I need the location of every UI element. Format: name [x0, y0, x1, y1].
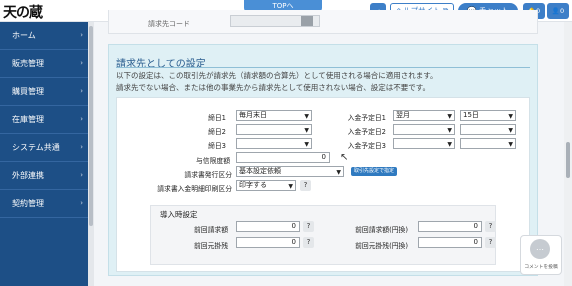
credit-limit-input[interactable]: 0: [236, 152, 330, 163]
chevron-right-icon: ›: [80, 199, 83, 207]
sidebar: ホーム › 販売管理 › 購買管理 › 在庫管理 › システム共通 › 外部連携 › 契約管…: [0, 22, 88, 286]
prev-invoice-amount-yen-input[interactable]: 0: [418, 221, 482, 232]
user-icon: 👤: [551, 7, 560, 15]
select-value: 翌月: [396, 111, 410, 119]
billing-code-input[interactable]: [230, 15, 320, 27]
prev-invoice-amount-label: 前回請求額: [194, 226, 228, 234]
closing-day-3-select[interactable]: ▼: [236, 138, 312, 149]
credit-limit-label: 与信限度額: [196, 157, 230, 165]
chevron-right-icon: ›: [80, 115, 83, 123]
deposit-print-label: 請求書入金明細印刷区分: [157, 185, 232, 193]
logo[interactable]: 天の蔵: [3, 2, 43, 22]
chevron-down-icon: ▼: [304, 127, 309, 134]
payment-day-2-month-select[interactable]: ▼: [393, 124, 455, 135]
section-description: 請求先でない場合、または他の事業先から請求先として使用されない場合、設定は不要で…: [116, 83, 431, 92]
deposit-print-select[interactable]: 印字する ▼: [236, 180, 296, 191]
main-scrollbar[interactable]: [564, 22, 572, 286]
chevron-down-icon: ▼: [304, 141, 309, 148]
sidebar-item-label: 外部連携: [12, 171, 44, 180]
help-question-icon[interactable]: ?: [303, 237, 314, 248]
sidebar-item-inventory[interactable]: 在庫管理 ›: [0, 106, 88, 134]
closing-day-1-label: 締日1: [208, 114, 226, 122]
sidebar-item-sales[interactable]: 販売管理 ›: [0, 50, 88, 78]
invoice-type-tag: 取引先設定で指定: [351, 167, 397, 176]
main-scroll-thumb[interactable]: [566, 142, 570, 178]
prev-balance-label: 前回元掛残: [194, 242, 228, 250]
chevron-right-icon: ›: [80, 59, 83, 67]
chevron-right-icon: ›: [80, 31, 83, 39]
select-value: 印字する: [239, 181, 267, 189]
chevron-down-icon: ▼: [304, 113, 309, 120]
help-question-icon[interactable]: ?: [300, 180, 311, 191]
closing-day-2-select[interactable]: ▼: [236, 124, 312, 135]
payment-day-1-label: 入金予定日1: [347, 114, 386, 122]
prev-balance-yen-input[interactable]: 0: [418, 237, 482, 248]
intro-settings-title: 導入時設定: [160, 210, 198, 219]
payment-day-2-label: 入金予定日2: [347, 128, 386, 136]
sidebar-item-label: 契約管理: [12, 199, 44, 208]
billing-code-label: 請求先コード: [148, 20, 190, 28]
user-button[interactable]: 👤0: [547, 3, 569, 19]
section-description: 以下の設定は、この取引先が請求先（請求額の合算先）として使用される場合に適用され…: [116, 71, 438, 80]
user-count: 0: [559, 7, 565, 15]
closing-day-2-label: 締日2: [208, 128, 226, 136]
sidebar-item-label: ホーム: [12, 31, 36, 40]
sidebar-item-home[interactable]: ホーム ›: [0, 22, 88, 50]
comment-icon[interactable]: …: [530, 239, 550, 259]
chevron-down-icon: ▼: [336, 169, 341, 176]
payment-day-3-day-select[interactable]: ▼: [460, 138, 516, 149]
help-question-icon[interactable]: ?: [485, 221, 496, 232]
sidebar-item-system[interactable]: システム共通 ›: [0, 134, 88, 162]
chevron-right-icon: ›: [80, 87, 83, 95]
chevron-down-icon: ▼: [447, 113, 452, 120]
mouse-cursor-icon: ↖: [340, 152, 349, 163]
section-divider: [116, 67, 530, 68]
payment-day-1-day-select[interactable]: 15日 ▼: [460, 110, 516, 121]
sidebar-item-external[interactable]: 外部連携 ›: [0, 162, 88, 190]
closing-day-3-label: 締日3: [208, 142, 226, 150]
chevron-down-icon: ▼: [288, 183, 293, 190]
sidebar-scrollbar[interactable]: [88, 22, 94, 286]
select-value: 基本設定依頼: [239, 167, 281, 175]
payment-day-2-day-select[interactable]: ▼: [460, 124, 516, 135]
intro-settings-card: [150, 205, 496, 265]
prev-invoice-amount-yen-label: 前回請求額(円換): [355, 226, 408, 234]
chevron-down-icon: ▼: [508, 113, 513, 120]
payment-day-3-label: 入金予定日3: [347, 142, 386, 150]
sidebar-item-contracts[interactable]: 契約管理 ›: [0, 190, 88, 218]
select-value: 15日: [463, 111, 479, 119]
payment-day-1-month-select[interactable]: 翌月 ▼: [393, 110, 455, 121]
chevron-down-icon: ▼: [508, 127, 513, 134]
invoice-type-label: 請求書発行区分: [184, 171, 232, 179]
chevron-down-icon: ▼: [447, 127, 452, 134]
sidebar-item-purchasing[interactable]: 購買管理 ›: [0, 78, 88, 106]
search-icon[interactable]: [301, 16, 313, 26]
sidebar-item-label: システム共通: [12, 143, 60, 152]
prev-balance-yen-label: 前回元掛残(円換): [355, 242, 408, 250]
closing-day-1-select[interactable]: 毎月末日 ▼: [236, 110, 312, 121]
chevron-down-icon: ▼: [447, 141, 452, 148]
chevron-down-icon: ▼: [508, 141, 513, 148]
help-question-icon[interactable]: ?: [303, 221, 314, 232]
sidebar-scroll-thumb[interactable]: [89, 26, 93, 226]
sidebar-item-label: 購買管理: [12, 87, 44, 96]
help-question-icon[interactable]: ?: [485, 237, 496, 248]
invoice-type-select[interactable]: 基本設定依頼 ▼: [236, 166, 344, 177]
prev-balance-input[interactable]: 0: [236, 237, 300, 248]
sidebar-item-label: 在庫管理: [12, 115, 44, 124]
sidebar-item-label: 販売管理: [12, 59, 44, 68]
prev-invoice-amount-input[interactable]: 0: [236, 221, 300, 232]
chevron-right-icon: ›: [80, 143, 83, 151]
payment-day-3-month-select[interactable]: ▼: [393, 138, 455, 149]
chevron-right-icon: ›: [80, 171, 83, 179]
comment-label: コメントを投稿: [524, 265, 558, 270]
select-value: 毎月末日: [239, 111, 267, 119]
